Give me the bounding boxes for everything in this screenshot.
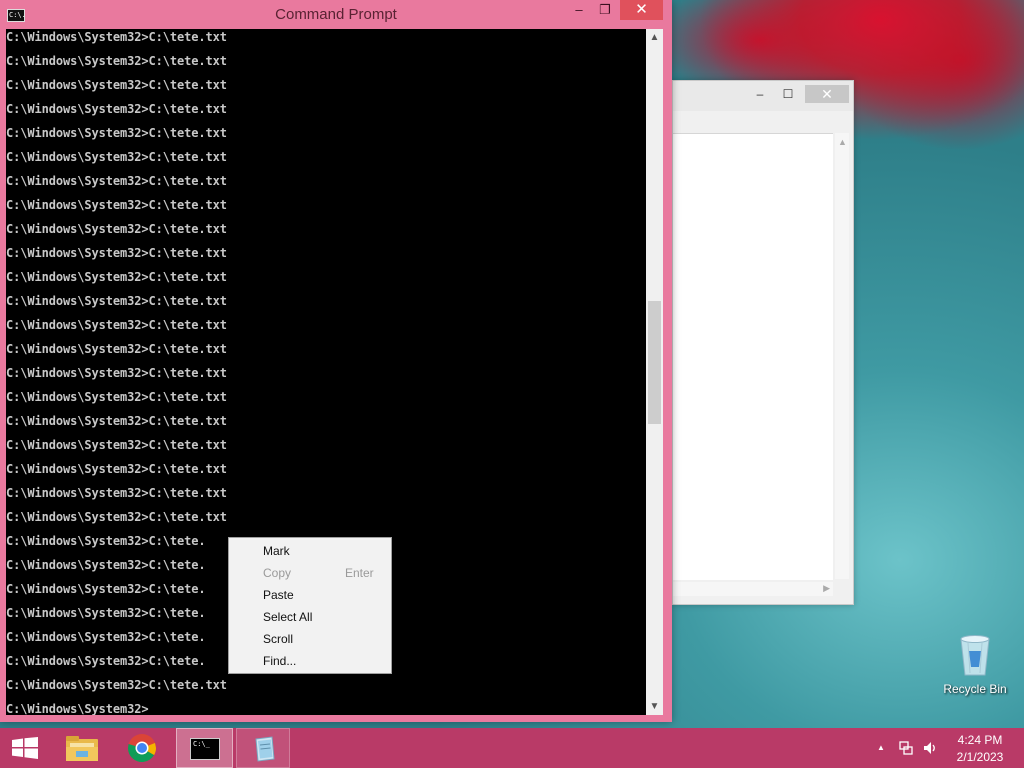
background-maximize-button[interactable]: ☐ — [775, 85, 801, 103]
clock-time[interactable]: 4:24 PM — [938, 733, 1022, 747]
notepad-icon — [255, 736, 275, 762]
console-line: C:\Windows\System32>C:\tete.txt — [6, 54, 227, 68]
console-line: C:\Windows\System32>C:\tete.txt — [6, 486, 227, 500]
tray-overflow-icon[interactable]: ▲ — [877, 743, 885, 752]
context-menu-item-label: Select All — [263, 610, 313, 624]
console-line: C:\Windows\System32>C:\tete. — [6, 654, 206, 668]
console-line: C:\Windows\System32>C:\tete.txt — [6, 438, 227, 452]
taskbar-chrome[interactable] — [116, 728, 168, 768]
recycle-bin-icon — [960, 635, 990, 676]
close-button[interactable]: ✕ — [620, 0, 663, 20]
console-line: C:\Windows\System32>C:\tete. — [6, 582, 206, 596]
taskbar-file-explorer[interactable] — [56, 728, 108, 768]
recycle-bin[interactable]: Recycle Bin — [940, 630, 1010, 700]
console-line: C:\Windows\System32>C:\tete.txt — [6, 318, 227, 332]
console-line: C:\Windows\System32>C:\tete. — [6, 630, 206, 644]
console-line: C:\Windows\System32>C:\tete.txt — [6, 246, 227, 260]
console-line: C:\Windows\System32>C:\tete.txt — [6, 366, 227, 380]
background-minimize-button[interactable]: – — [747, 85, 773, 103]
console-line: C:\Windows\System32>C:\tete. — [6, 534, 206, 548]
command-prompt-titlebar[interactable]: C:\. Command Prompt – ❐ ✕ — [0, 0, 672, 29]
console-line: C:\Windows\System32>C:\tete.txt — [6, 174, 227, 188]
minimize-button[interactable]: – — [566, 0, 592, 20]
windows-logo-icon — [12, 737, 38, 759]
context-menu-item-label: Scroll — [263, 632, 294, 646]
context-menu[interactable]: Mark Copy Enter Paste Select All Scroll Find..… — [228, 537, 392, 674]
context-menu-item-shortcut: Enter — [345, 566, 374, 580]
console-line: C:\Windows\System32> — [6, 702, 149, 715]
taskbar: C:\_ ▲ 4:24 PM 2/1/2023 — [0, 728, 1024, 768]
console-line: C:\Windows\System32>C:\tete.txt — [6, 294, 227, 308]
context-menu-item-label: Mark — [263, 544, 290, 558]
console-line: C:\Windows\System32>C:\tete.txt — [6, 102, 227, 116]
background-close-button[interactable]: ✕ — [805, 85, 849, 103]
taskbar-command-prompt[interactable]: C:\_ — [176, 728, 233, 768]
command-prompt-taskbar-icon-text: C:\_ — [193, 740, 210, 748]
console-line: C:\Windows\System32>C:\tete.txt — [6, 198, 227, 212]
console-line: C:\Windows\System32>C:\tete.txt — [6, 126, 227, 140]
folder-icon — [66, 736, 98, 761]
console-line: C:\Windows\System32>C:\tete.txt — [6, 678, 227, 692]
context-menu-item-select-all[interactable]: Select All — [230, 606, 390, 628]
context-menu-item-label: Paste — [263, 588, 294, 602]
scroll-thumb[interactable] — [648, 301, 661, 424]
console-line: C:\Windows\System32>C:\tete.txt — [6, 150, 227, 164]
console-line: C:\Windows\System32>C:\tete.txt — [6, 342, 227, 356]
restore-button[interactable]: ❐ — [592, 0, 618, 20]
console-line: C:\Windows\System32>C:\tete.txt — [6, 270, 227, 284]
start-button[interactable] — [0, 728, 48, 768]
background-scroll-up-icon[interactable]: ▲ — [838, 137, 847, 147]
context-menu-item-label: Copy — [263, 566, 292, 580]
command-prompt-taskbar-icon: C:\_ — [190, 738, 220, 760]
background-vertical-scrollbar[interactable]: ▲ — [835, 133, 849, 579]
context-menu-item-find[interactable]: Find... — [230, 650, 390, 672]
background-window[interactable]: – ☐ ✕ ▲ ▶ — [672, 80, 854, 605]
console-line: C:\Windows\System32>C:\tete. — [6, 606, 206, 620]
context-menu-item-label: Find... — [263, 654, 297, 668]
context-menu-item-scroll[interactable]: Scroll — [230, 628, 390, 650]
network-icon[interactable] — [898, 740, 914, 756]
taskbar-notepad[interactable] — [236, 728, 290, 768]
scroll-up-icon[interactable]: ▲ — [646, 29, 663, 46]
clock-date[interactable]: 2/1/2023 — [938, 750, 1022, 764]
console-line: C:\Windows\System32>C:\tete.txt — [6, 510, 227, 524]
recycle-bin-label: Recycle Bin — [943, 682, 1007, 696]
volume-icon[interactable] — [922, 740, 938, 756]
console-line: C:\Windows\System32>C:\tete.txt — [6, 414, 227, 428]
console-line: C:\Windows\System32>C:\tete.txt — [6, 30, 227, 44]
console-line: C:\Windows\System32>C:\tete.txt — [6, 390, 227, 404]
console-vertical-scrollbar[interactable]: ▲ ▼ — [646, 29, 663, 715]
context-menu-item-paste[interactable]: Paste — [230, 584, 390, 606]
background-window-titlebar[interactable]: – ☐ ✕ — [673, 81, 853, 111]
console-line: C:\Windows\System32>C:\tete.txt — [6, 78, 227, 92]
chrome-icon — [127, 734, 156, 763]
console-line: C:\Windows\System32>C:\tete. — [6, 558, 206, 572]
console-line: C:\Windows\System32>C:\tete.txt — [6, 222, 227, 236]
context-menu-item-copy[interactable]: Copy Enter — [230, 562, 390, 584]
background-scroll-right-icon[interactable]: ▶ — [823, 583, 830, 594]
background-horizontal-scrollbar[interactable]: ▶ — [673, 582, 833, 596]
console-line: C:\Windows\System32>C:\tete.txt — [6, 462, 227, 476]
background-window-content[interactable] — [673, 133, 833, 580]
context-menu-item-mark[interactable]: Mark — [230, 540, 390, 562]
scroll-down-icon[interactable]: ▼ — [646, 698, 663, 715]
